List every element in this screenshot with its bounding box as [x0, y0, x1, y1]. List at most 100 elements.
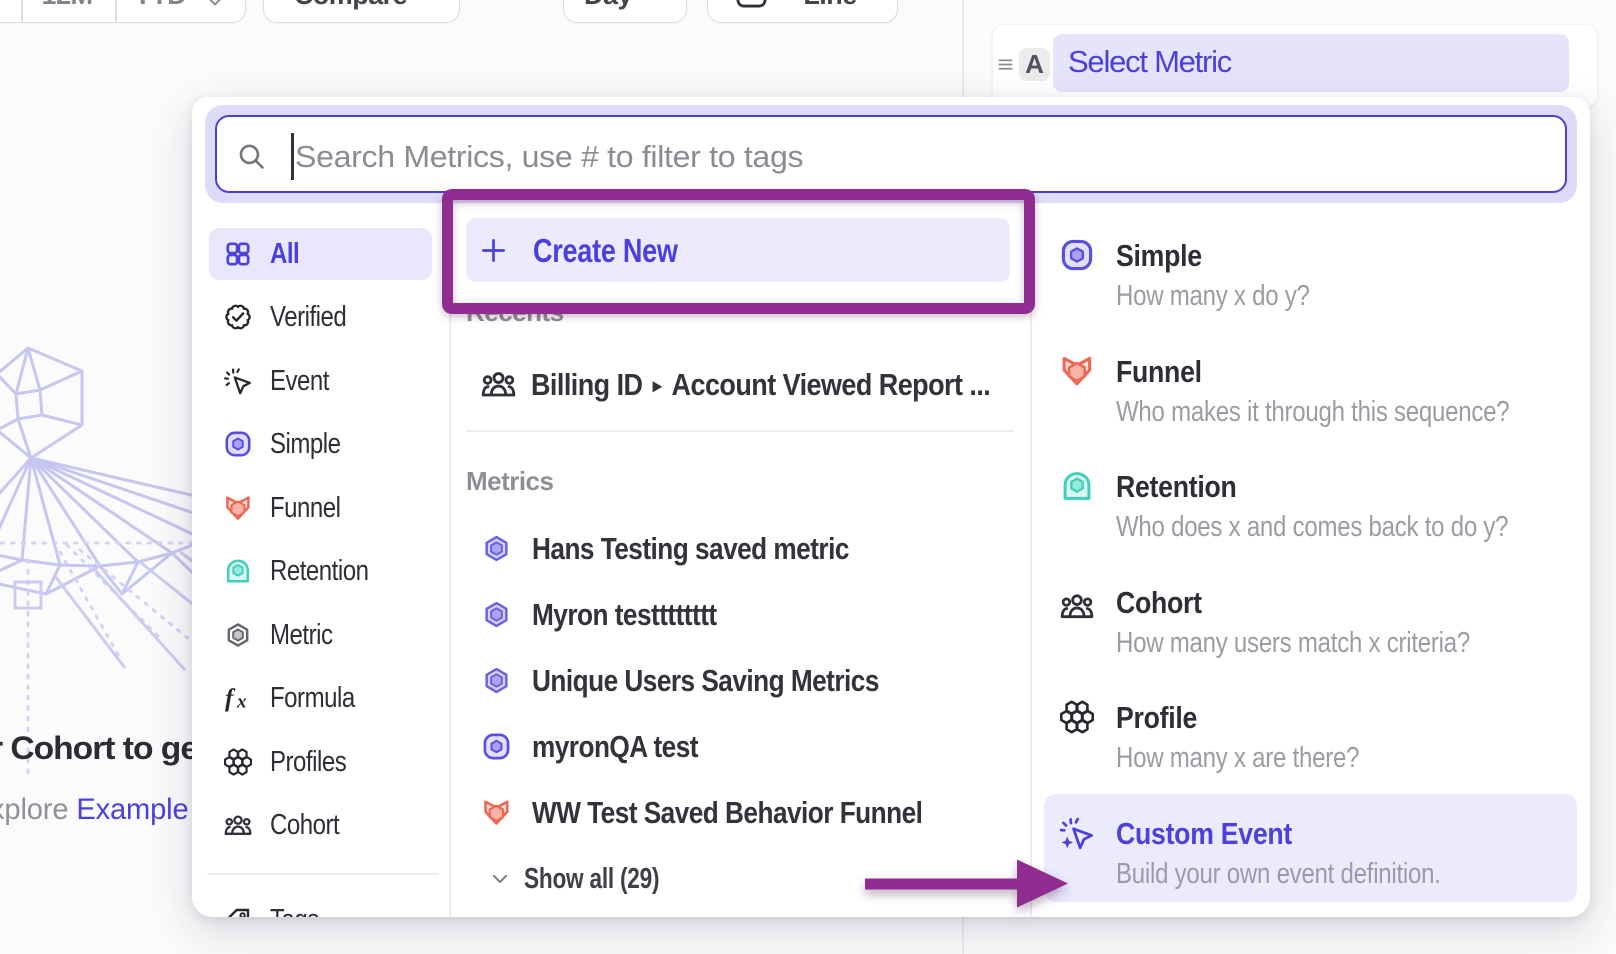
category-label: Metric	[270, 621, 332, 650]
metric-item-label: Hans Testing saved metric	[532, 533, 849, 564]
recent-item-part2: Account Viewed Report ...	[672, 367, 991, 402]
simple-squircle-hexagon-icon	[224, 430, 252, 458]
empty-state-subline: xplore Example R	[0, 795, 217, 825]
type-title-funnel[interactable]: Funnel	[1116, 356, 1202, 387]
metric-item[interactable]: myronQA test	[482, 726, 728, 766]
category-retention[interactable]: Retention	[209, 545, 432, 597]
category-simple[interactable]: Simple	[209, 418, 432, 470]
chevron-down-icon	[205, 0, 225, 12]
category-label: All	[270, 240, 299, 269]
subline-gray: xplore	[0, 793, 68, 826]
funnel-wings-icon	[482, 798, 511, 827]
type-desc: How many x do y?	[1116, 282, 1310, 311]
search-icon	[237, 142, 266, 171]
row-label-badge: A	[1019, 48, 1050, 81]
type-desc: Build your own event definition.	[1116, 860, 1441, 889]
text-caret	[291, 133, 294, 180]
type-title-simple[interactable]: Simple	[1116, 240, 1202, 271]
saved-metric-hexagon-icon	[482, 534, 511, 563]
verified-seal-icon	[224, 303, 252, 331]
grid-icon	[224, 240, 252, 268]
drag-handle-icon[interactable]	[998, 57, 1013, 72]
metric-row-card: A Select Metric	[993, 25, 1597, 107]
select-metric-placeholder: Select Metric	[1068, 46, 1231, 77]
category-all[interactable]: All	[209, 228, 432, 280]
compare-button[interactable]: Compare	[263, 0, 460, 23]
sidebar-divider	[207, 873, 438, 875]
category-metric[interactable]: Metric	[209, 609, 432, 661]
select-metric-field[interactable]: Select Metric	[1053, 34, 1569, 92]
category-label: Profiles	[270, 748, 346, 777]
formula-fx-icon	[224, 684, 252, 712]
type-title-cohort[interactable]: Cohort	[1116, 587, 1202, 618]
recent-item-label: Billing ID ▸ Account Viewed Report ...	[531, 369, 990, 400]
funnel-wings-icon	[224, 494, 252, 522]
type-title-custom-event[interactable]: Custom Event	[1116, 818, 1292, 849]
annotation-highlight-rectangle	[442, 189, 1035, 314]
line-button-label: Line	[763, 0, 897, 9]
category-label: Formula	[270, 684, 355, 713]
category-label: Cohort	[270, 811, 339, 840]
profiles-honeycomb-icon	[224, 748, 252, 776]
metrics-section-label: Metrics	[466, 468, 553, 494]
profiles-honeycomb-icon	[1060, 700, 1094, 734]
date-range-segmented-control[interactable]: 12M YTD	[0, 0, 246, 23]
category-label: Simple	[270, 430, 341, 459]
category-label: Tags	[270, 906, 319, 918]
event-sparkle-cursor-icon	[224, 367, 252, 395]
saved-metric-hexagon-icon	[482, 666, 511, 695]
retention-arch-icon	[224, 557, 252, 585]
type-desc: Who does x and comes back to do y?	[1116, 513, 1508, 542]
category-formula[interactable]: Formula	[209, 672, 432, 724]
type-desc: Who makes it through this sequence?	[1116, 398, 1509, 427]
category-label: Verified	[270, 303, 346, 332]
empty-state-headline-fragment: r Cohort to ge	[0, 732, 198, 764]
type-desc: How many users match x criteria?	[1116, 629, 1470, 658]
type-title-retention[interactable]: Retention	[1116, 471, 1237, 502]
annotation-arrow	[855, 845, 1080, 925]
category-label: Funnel	[270, 494, 341, 523]
chevron-down-icon	[488, 867, 512, 891]
metric-item[interactable]: Myron testttttttt	[482, 594, 750, 634]
category-profiles[interactable]: Profiles	[209, 736, 432, 788]
type-desc: How many x are there?	[1116, 744, 1359, 773]
line-chart-type-button[interactable]: Line	[707, 0, 898, 23]
saved-metric-hexagon-icon	[482, 600, 511, 629]
show-all-label: Show all (29)	[524, 865, 659, 894]
metric-item-label: WW Test Saved Behavior Funnel	[532, 797, 922, 828]
cohort-people-icon	[479, 369, 518, 399]
range-tab-ytd[interactable]: YTD	[115, 0, 205, 9]
breadcrumb-arrow: ▸	[653, 376, 661, 396]
search-input[interactable]: Search Metrics, use # to filter to tags	[215, 115, 1567, 193]
cohort-people-icon	[224, 811, 252, 839]
category-funnel[interactable]: Funnel	[209, 482, 432, 534]
category-label: Event	[270, 367, 329, 396]
recent-item-part1: Billing ID	[531, 367, 642, 402]
simple-squircle-hexagon-icon	[482, 732, 511, 761]
type-title-profile[interactable]: Profile	[1116, 702, 1197, 733]
funnel-wings-icon	[1060, 354, 1094, 388]
show-all-toggle[interactable]: Show all (29)	[488, 859, 698, 899]
metric-item[interactable]: WW Test Saved Behavior Funnel	[482, 792, 994, 832]
metric-item-label: Myron testttttttt	[532, 599, 717, 630]
day-button[interactable]: Day	[563, 0, 687, 23]
simple-squircle-hexagon-icon	[1060, 238, 1094, 272]
category-tags[interactable]: Tags	[209, 894, 432, 917]
category-event[interactable]: Event	[209, 355, 432, 407]
day-button-label: Day	[564, 0, 652, 9]
metric-hexagon-icon	[224, 621, 252, 649]
range-tab-12m[interactable]: 12M	[21, 0, 113, 9]
metric-item-label: Unique Users Saving Metrics	[532, 665, 879, 696]
middle-divider	[466, 430, 1014, 432]
metric-item[interactable]: Hans Testing saved metric	[482, 528, 907, 568]
category-verified[interactable]: Verified	[209, 291, 432, 343]
subline-space	[68, 793, 76, 826]
metric-item[interactable]: Unique Users Saving Metrics	[482, 660, 943, 700]
metric-item-label: myronQA test	[532, 731, 698, 762]
search-placeholder: Search Metrics, use # to filter to tags	[295, 141, 803, 172]
recent-item-billing[interactable]: Billing ID ▸ Account Viewed Report ...	[479, 364, 1059, 404]
category-cohort[interactable]: Cohort	[209, 799, 432, 851]
category-label: Retention	[270, 557, 368, 586]
tag-icon	[224, 906, 252, 917]
cohort-people-icon	[1060, 589, 1094, 623]
